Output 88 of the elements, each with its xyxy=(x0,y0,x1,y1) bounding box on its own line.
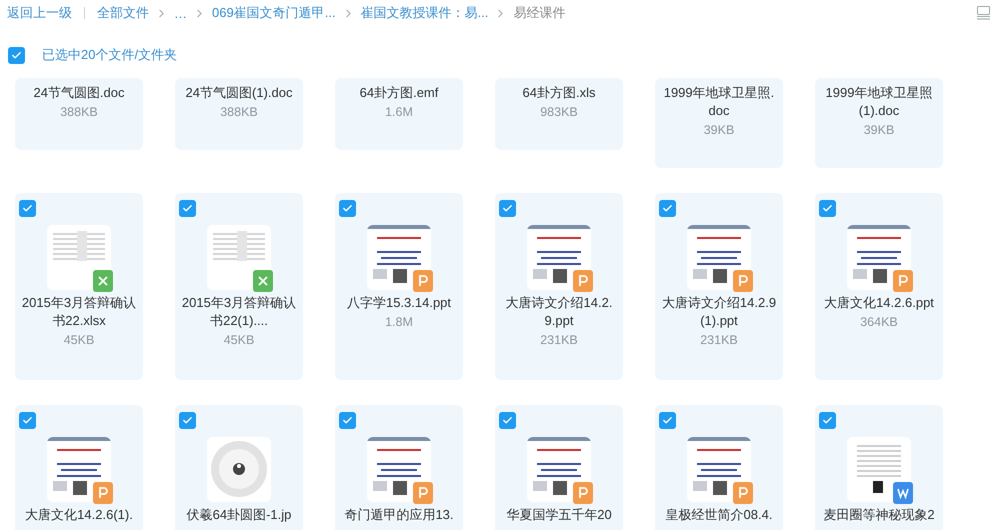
file-card[interactable]: 大唐文化14.2.6(1). xyxy=(15,405,143,530)
file-checkbox[interactable] xyxy=(819,200,836,217)
file-size: 231KB xyxy=(540,332,578,349)
file-name: 24节气圆图.doc xyxy=(32,84,126,102)
file-card[interactable]: 24节气圆图.doc 388KB xyxy=(15,78,143,150)
select-all-checkbox[interactable] xyxy=(8,46,25,64)
file-name: 1999年地球卫星照(1).doc xyxy=(824,84,934,120)
file-card[interactable]: 2015年3月答辩确认书22(1).... 45KB xyxy=(175,193,303,380)
check-icon xyxy=(502,203,513,214)
file-name: 大唐文化14.2.6(1). xyxy=(24,506,134,524)
file-name: 24节气圆图(1).doc xyxy=(184,84,294,102)
file-name: 八字学15.3.14.ppt xyxy=(346,294,452,312)
file-size: 364KB xyxy=(860,314,898,331)
presentation-icon xyxy=(733,482,753,504)
file-checkbox[interactable] xyxy=(19,200,36,217)
file-name: 2015年3月答辩确认书22(1).... xyxy=(181,294,297,330)
file-name: 64卦方图.emf xyxy=(358,84,440,102)
file-card[interactable]: 奇门遁甲的应用13. xyxy=(335,405,463,530)
file-card[interactable]: 伏羲64卦圆图-1.jp xyxy=(175,405,303,530)
file-card[interactable]: 2015年3月答辩确认书22.xlsx 45KB xyxy=(15,193,143,380)
file-checkbox[interactable] xyxy=(499,200,516,217)
file-card[interactable]: 麦田圈等神秘现象2 xyxy=(815,405,943,530)
file-checkbox[interactable] xyxy=(339,412,356,429)
file-name: 大唐文化14.2.6.ppt xyxy=(823,294,935,312)
check-icon xyxy=(662,203,673,214)
file-card[interactable]: 64卦方图.emf 1.6M xyxy=(335,78,463,150)
check-icon xyxy=(662,415,673,426)
file-card[interactable]: 大唐诗文介绍14.2.9.ppt 231KB xyxy=(495,193,623,380)
check-icon xyxy=(182,415,193,426)
file-checkbox[interactable] xyxy=(179,412,196,429)
file-checkbox[interactable] xyxy=(819,412,836,429)
file-name: 伏羲64卦圆图-1.jp xyxy=(186,506,292,524)
file-size: 388KB xyxy=(60,104,98,121)
file-card[interactable]: 1999年地球卫星照(1).doc 39KB xyxy=(815,78,943,168)
spreadsheet-icon xyxy=(253,270,273,292)
presentation-icon xyxy=(893,270,913,292)
check-icon xyxy=(11,50,22,60)
selection-count: 已选中20个文件/文件夹 xyxy=(42,46,178,64)
file-checkbox[interactable] xyxy=(659,412,676,429)
file-checkbox[interactable] xyxy=(499,412,516,429)
file-size: 1.8M xyxy=(385,314,413,331)
file-card[interactable]: 64卦方图.xls 983KB xyxy=(495,78,623,150)
file-checkbox[interactable] xyxy=(19,412,36,429)
file-card[interactable]: 八字学15.3.14.ppt 1.8M xyxy=(335,193,463,380)
check-icon xyxy=(342,415,353,426)
breadcrumb-link[interactable]: 易经课件 xyxy=(513,4,566,22)
file-checkbox[interactable] xyxy=(339,200,356,217)
file-size: 45KB xyxy=(224,332,254,349)
file-card[interactable]: 大唐文化14.2.6.ppt 364KB xyxy=(815,193,943,380)
presentation-icon xyxy=(733,270,753,292)
file-name: 皇极经世简介08.4. xyxy=(664,506,774,524)
spreadsheet-icon xyxy=(93,270,113,292)
presentation-icon xyxy=(413,270,433,292)
file-size: 39KB xyxy=(864,122,894,139)
file-card[interactable]: 华夏国学五千年20 xyxy=(495,405,623,530)
check-icon xyxy=(822,415,833,426)
document-icon xyxy=(893,482,913,504)
check-icon xyxy=(342,203,353,214)
file-name: 1999年地球卫星照.doc xyxy=(662,84,776,120)
presentation-icon xyxy=(573,482,593,504)
check-icon xyxy=(182,203,193,214)
file-card[interactable]: 大唐诗文介绍14.2.9(1).ppt 231KB xyxy=(655,193,783,380)
file-size: 1.6M xyxy=(385,104,413,121)
file-name: 2015年3月答辩确认书22.xlsx xyxy=(21,294,137,330)
file-name: 华夏国学五千年20 xyxy=(505,506,613,524)
check-icon xyxy=(22,203,33,214)
file-card[interactable]: 1999年地球卫星照.doc 39KB xyxy=(655,78,783,168)
file-checkbox[interactable] xyxy=(659,200,676,217)
presentation-icon xyxy=(93,482,113,504)
presentation-icon xyxy=(573,270,593,292)
file-size: 45KB xyxy=(64,332,94,349)
check-icon xyxy=(822,203,833,214)
presentation-icon xyxy=(413,482,433,504)
file-name: 大唐诗文介绍14.2.9.ppt xyxy=(504,294,614,330)
file-name: 麦田圈等神秘现象2 xyxy=(822,506,936,524)
file-size: 39KB xyxy=(704,122,734,139)
file-name: 64卦方图.xls xyxy=(522,84,596,102)
check-icon xyxy=(502,415,513,426)
file-size: 983KB xyxy=(540,104,578,121)
file-checkbox[interactable] xyxy=(179,200,196,217)
file-size: 231KB xyxy=(700,332,738,349)
file-card[interactable]: 24节气圆图(1).doc 388KB xyxy=(175,78,303,150)
file-name: 大唐诗文介绍14.2.9(1).ppt xyxy=(661,294,777,330)
check-icon xyxy=(22,415,33,426)
file-name: 奇门遁甲的应用13. xyxy=(343,506,455,524)
file-size: 388KB xyxy=(220,104,258,121)
list-view-icon[interactable] xyxy=(977,6,990,20)
file-card[interactable]: 皇极经世简介08.4. xyxy=(655,405,783,530)
